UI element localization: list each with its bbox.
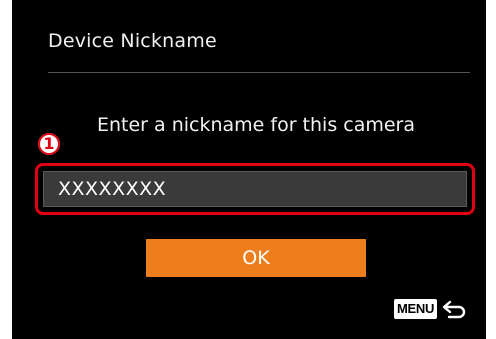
nickname-input[interactable]: XXXXXXXX bbox=[43, 171, 467, 207]
callout-number-badge: 1 bbox=[38, 133, 60, 155]
ok-button[interactable]: OK bbox=[146, 239, 366, 277]
return-arrow-icon bbox=[442, 300, 466, 319]
title-divider bbox=[48, 72, 470, 73]
menu-return-control[interactable]: MENU bbox=[394, 298, 467, 320]
nickname-prompt: Enter a nickname for this camera bbox=[96, 114, 416, 136]
camera-screen: Device Nickname Enter a nickname for thi… bbox=[12, 0, 486, 339]
menu-key-label: MENU bbox=[394, 299, 438, 319]
page-title: Device Nickname bbox=[48, 30, 217, 52]
